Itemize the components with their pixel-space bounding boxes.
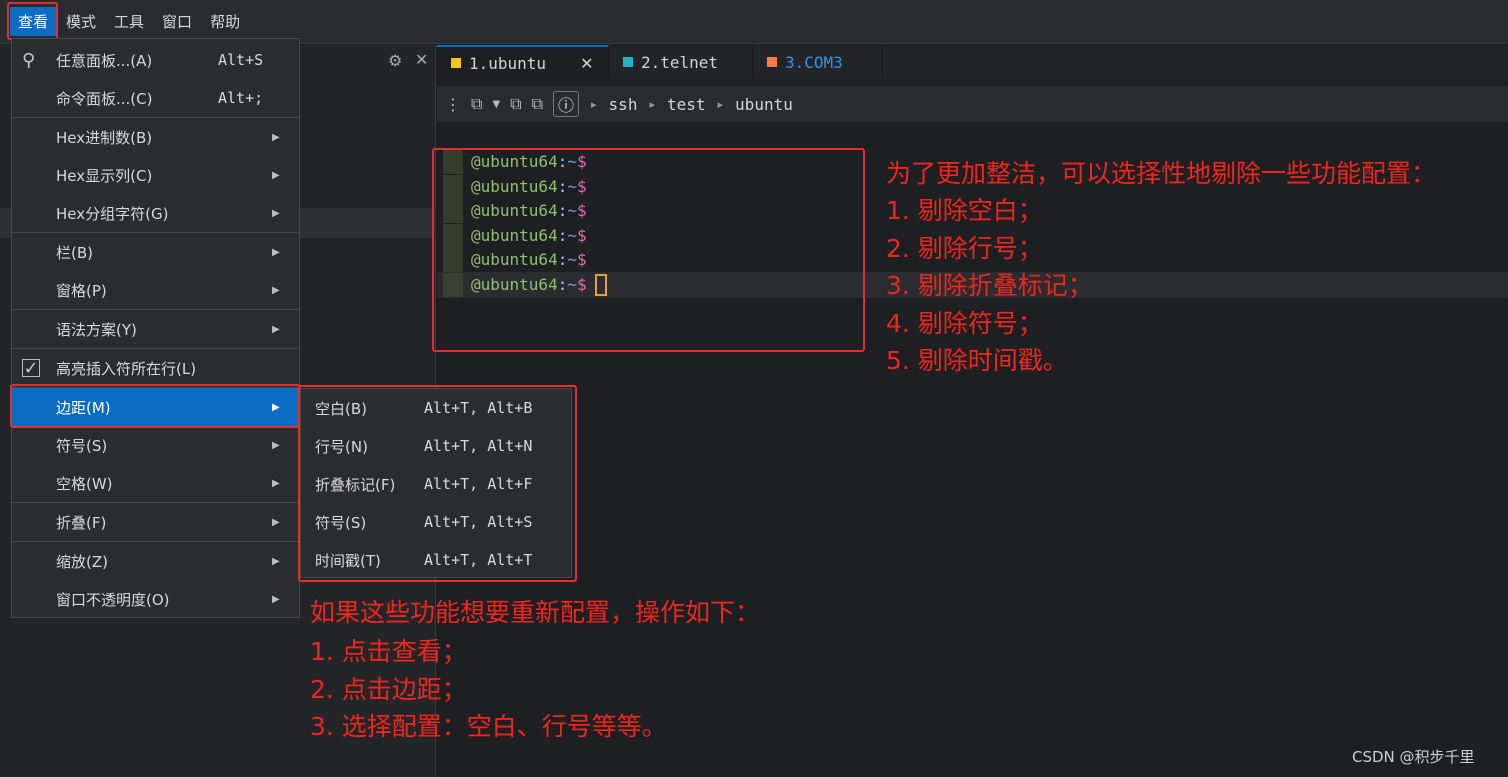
submenu-arrow-icon: ▶ xyxy=(272,131,280,143)
menu-mode[interactable]: 模式 xyxy=(58,7,104,36)
menu-window[interactable]: 窗口 xyxy=(154,7,200,36)
menu-item-window-opacity[interactable]: 窗口不透明度(O) ▶ xyxy=(12,580,299,618)
tab-label: 2.telnet xyxy=(641,52,719,72)
view-menu: ⚲ 任意面板...(A) Alt+S 命令面板...(C) Alt+; Hex进… xyxy=(11,38,300,618)
crumb-arrow-icon: ▸ xyxy=(649,97,655,111)
annotation-bottom-line-0: 如果这些功能想要重新配置，操作如下： xyxy=(310,598,761,627)
submenu-arrow-icon: ▶ xyxy=(272,477,280,489)
menu-item-bars[interactable]: 栏(B) ▶ xyxy=(12,233,299,271)
submenu-arrow-icon: ▶ xyxy=(272,207,280,219)
annotation-bottom-line-2: 2. 点击边距； xyxy=(310,675,467,704)
tab-close-icon[interactable]: ✕ xyxy=(580,54,593,73)
clone-session-icon[interactable]: ⧉ xyxy=(532,94,543,114)
tab-color-icon xyxy=(623,57,633,67)
tab-com3[interactable]: 3.COM3 xyxy=(753,45,883,79)
menu-item-command-panel[interactable]: 命令面板...(C) Alt+; xyxy=(12,79,299,117)
annotation-right-line-4: 4. 剔除符号； xyxy=(886,309,1043,338)
annotation-right-line-5: 5. 剔除时间戳。 xyxy=(886,346,1068,375)
terminal-margin-highlight-box xyxy=(432,148,865,352)
checkbox-checked-icon: ✓ xyxy=(22,357,40,379)
gear-icon[interactable]: ⚙ xyxy=(388,51,402,70)
crumb-arrow-icon: ▸ xyxy=(591,97,597,111)
submenu-highlight-box xyxy=(298,385,577,582)
annotation-right-line-1: 1. 剔除空白； xyxy=(886,196,1043,225)
annotation-bottom-line-1: 1. 点击查看； xyxy=(310,637,467,666)
menu-item-any-panel[interactable]: ⚲ 任意面板...(A) Alt+S xyxy=(12,41,299,79)
submenu-arrow-icon: ▶ xyxy=(272,439,280,451)
menu-item-hex-columns[interactable]: Hex显示列(C) ▶ xyxy=(12,156,299,194)
tab-label: 3.COM3 xyxy=(785,52,843,72)
annotation-right-line-0: 为了更加整洁，可以选择性地剔除一些功能配置： xyxy=(886,159,1437,188)
submenu-arrow-icon: ▶ xyxy=(272,246,280,258)
breadcrumb-ssh[interactable]: ssh xyxy=(609,95,638,114)
menu-item-folding[interactable]: 折叠(F) ▶ xyxy=(12,503,299,541)
crumb-arrow-icon: ▸ xyxy=(717,97,724,111)
annotation-bottom-line-3: 3. 选择配置：空白、行号等等。 xyxy=(310,712,667,741)
annotation-right-line-3: 3. 剔除折叠标记； xyxy=(886,271,1093,300)
tab-label: 1.ubuntu xyxy=(469,53,547,73)
drag-handle-icon: ⋮ xyxy=(445,94,461,114)
new-tab-icon[interactable]: ⧉ xyxy=(471,94,482,114)
tab-telnet[interactable]: 2.telnet xyxy=(609,45,753,79)
search-icon: ⚲ xyxy=(22,49,36,71)
dropdown-icon[interactable]: ▼ xyxy=(492,99,500,110)
breadcrumb-test[interactable]: test xyxy=(667,95,706,114)
info-icon[interactable]: ⓘ xyxy=(553,91,580,117)
submenu-arrow-icon: ▶ xyxy=(272,169,280,181)
submenu-arrow-icon: ▶ xyxy=(272,555,280,567)
menu-item-syntax-scheme[interactable]: 语法方案(Y) ▶ xyxy=(12,310,299,348)
tab-color-icon xyxy=(767,57,777,67)
tab-ubuntu[interactable]: 1.ubuntu ✕ xyxy=(437,45,609,79)
close-icon[interactable]: ✕ xyxy=(415,50,428,69)
submenu-arrow-icon: ▶ xyxy=(272,323,280,335)
submenu-arrow-icon: ▶ xyxy=(272,516,280,528)
tab-color-icon xyxy=(451,58,461,68)
view-menu-highlight-box xyxy=(7,2,58,40)
breadcrumb-ubuntu[interactable]: ubuntu xyxy=(735,95,793,114)
session-toolbar: ⋮ ⧉ ▼ ⧉ ⧉ ⓘ ▸ ssh ▸ test ▸ ubuntu xyxy=(437,86,1508,122)
menu-item-hex-base[interactable]: Hex进制数(B) ▶ xyxy=(12,118,299,156)
menu-item-panes[interactable]: 窗格(P) ▶ xyxy=(12,271,299,309)
duplicate-tab-icon[interactable]: ⧉ xyxy=(510,94,521,114)
menu-help[interactable]: 帮助 xyxy=(202,7,248,36)
menu-item-hex-grouping[interactable]: Hex分组字符(G) ▶ xyxy=(12,194,299,232)
menu-item-zoom[interactable]: 缩放(Z) ▶ xyxy=(12,542,299,580)
menu-tools[interactable]: 工具 xyxy=(106,7,152,36)
submenu-arrow-icon: ▶ xyxy=(272,284,280,296)
watermark: CSDN @积步千里 xyxy=(1352,748,1475,766)
menu-item-highlight-caret-line[interactable]: ✓ 高亮插入符所在行(L) xyxy=(12,349,299,387)
submenu-arrow-icon: ▶ xyxy=(272,593,280,605)
annotation-right-line-2: 2. 剔除行号； xyxy=(886,234,1043,263)
menu-item-whitespace[interactable]: 空格(W) ▶ xyxy=(12,464,299,502)
margins-item-highlight-box xyxy=(10,384,301,428)
menu-item-symbols[interactable]: 符号(S) ▶ xyxy=(12,426,299,464)
tab-bar: 1.ubuntu ✕ 2.telnet 3.COM3 xyxy=(437,45,1508,79)
